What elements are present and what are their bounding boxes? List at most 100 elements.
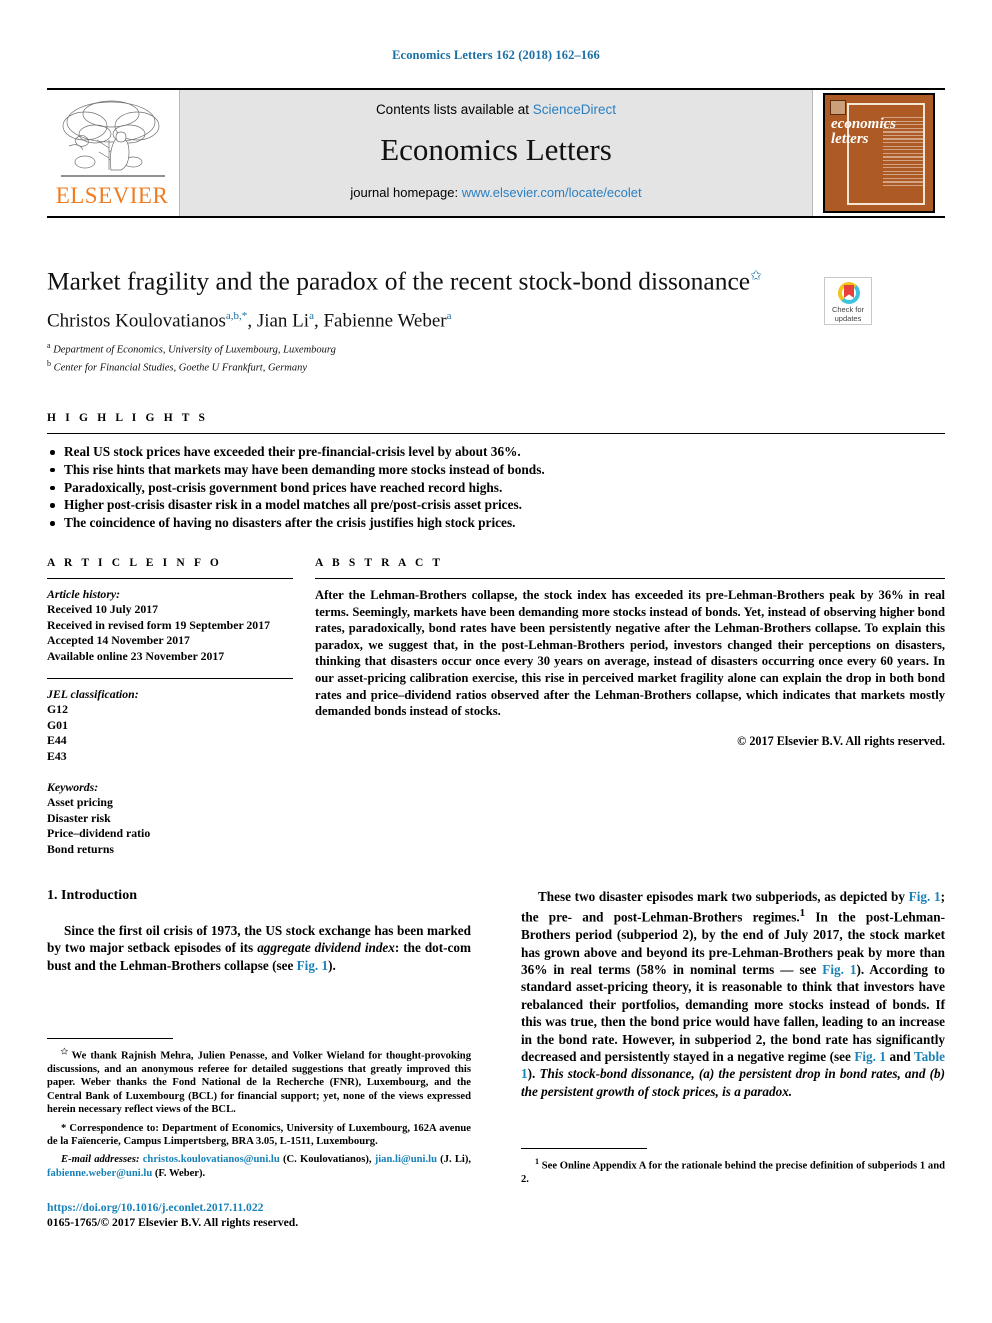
- figure-1-link[interactable]: Fig. 1: [854, 1049, 886, 1064]
- article-history: Article history: Received 10 July 2017 R…: [47, 587, 293, 664]
- affiliations: a Department of Economics, University of…: [47, 339, 945, 375]
- footnote-corr-marker: *: [61, 1122, 67, 1134]
- doi-link[interactable]: https://doi.org/10.1016/j.econlet.2017.1…: [47, 1200, 471, 1215]
- jel-heading: JEL classification:: [47, 687, 139, 702]
- keywords: Keywords: Asset pricing Disaster risk Pr…: [47, 780, 293, 857]
- intro-italic: aggregate dividend index: [257, 940, 395, 956]
- figure-1-link[interactable]: Fig. 1: [909, 889, 941, 904]
- figure-1-link[interactable]: Fig. 1: [297, 958, 329, 973]
- footnote-corr-text: Correspondence to: Department of Economi…: [47, 1122, 471, 1147]
- contents-prefix: Contents lists available at: [375, 102, 533, 117]
- masthead-bottom-rule: [47, 216, 945, 218]
- crossmark-badge[interactable]: Check for updates: [824, 277, 872, 325]
- jel-code: E44: [47, 733, 67, 748]
- intro-paragraph-left: Since the first oil crisis of 1973, the …: [47, 922, 471, 974]
- email-link-weber[interactable]: fabienne.weber@uni.lu: [47, 1168, 152, 1179]
- crossmark-label: Check for updates: [825, 305, 871, 323]
- masthead-center: Contents lists available at ScienceDirec…: [180, 90, 812, 216]
- crossmark-line2: updates: [834, 314, 862, 323]
- footnote-number-marker: 1: [535, 1157, 539, 1166]
- body-column-left: 1. Introduction Since the first oil cris…: [47, 888, 471, 974]
- section-heading-introduction: 1. Introduction: [47, 888, 137, 903]
- affiliation-b: b Center for Financial Studies, Goethe U…: [47, 357, 945, 375]
- email-link-li[interactable]: jian.li@uni.lu: [375, 1154, 437, 1165]
- list-item: The coincidence of having no disasters a…: [47, 514, 945, 532]
- article-info-rule: [47, 578, 293, 579]
- list-item: Real US stock prices have exceeded their…: [47, 443, 945, 461]
- affiliation-text-a: Department of Economics, University of L…: [53, 344, 336, 356]
- article-history-heading: Article history:: [47, 587, 121, 601]
- email-link-koulovatianos[interactable]: christos.koulovatianos@uni.lu: [143, 1154, 280, 1165]
- issn-copyright: 0165-1765/© 2017 Elsevier B.V. All right…: [47, 1216, 299, 1229]
- page-title: Market fragility and the paradox of the …: [47, 262, 817, 297]
- author-name-1: Jian Li: [256, 309, 310, 331]
- jel-classification: JEL classification: G12 G01 E44 E43: [47, 687, 293, 764]
- email-heading: E-mail addresses:: [61, 1154, 140, 1166]
- homepage-line: journal homepage: www.elsevier.com/locat…: [180, 185, 812, 200]
- keyword: Asset pricing: [47, 795, 113, 810]
- history-item: Received 10 July 2017: [47, 602, 159, 617]
- journal-cover-thumbnail: economics letters: [823, 93, 935, 213]
- keywords-heading: Keywords:: [47, 780, 99, 795]
- email-owner-1: (J. Li),: [440, 1154, 472, 1166]
- author-marks-1: a: [309, 309, 314, 322]
- contents-line: Contents lists available at ScienceDirec…: [180, 102, 812, 117]
- crossmark-line1: Check for: [831, 305, 865, 314]
- title-block: Market fragility and the paradox of the …: [47, 262, 945, 375]
- cover-stamp-icon: [830, 100, 846, 115]
- figure-1-link[interactable]: Fig. 1: [822, 962, 856, 977]
- author-marks-0: a,b,*: [225, 309, 248, 322]
- jel-rule: [47, 678, 293, 680]
- footnotes-left: ✩ We thank Rajnish Mehra, Julien Penasse…: [47, 1038, 471, 1185]
- right-text-italic: This stock-bond dissonance, (a) the pers…: [521, 1066, 945, 1099]
- footnote-star-text: We thank Rajnish Mehra, Julien Penasse, …: [47, 1050, 471, 1116]
- jel-code: E43: [47, 748, 67, 763]
- affiliation-a: a Department of Economics, University of…: [47, 339, 945, 357]
- abstract-column: A B S T R A C T After the Lehman-Brother…: [315, 557, 945, 857]
- cover-toc-lines: [883, 117, 923, 203]
- history-item: Accepted 14 November 2017: [47, 633, 190, 648]
- keyword: Price–dividend ratio: [47, 826, 151, 841]
- page-footer: https://doi.org/10.1016/j.econlet.2017.1…: [47, 1200, 471, 1230]
- intro-paragraph-right: These two disaster episodes mark two sub…: [521, 888, 945, 1100]
- journal-cover: economics letters: [812, 90, 945, 216]
- highlights-label: H I G H L I G H T S: [47, 412, 209, 424]
- affiliation-mark-a: a: [47, 340, 51, 350]
- jel-code: G12: [47, 702, 68, 717]
- journal-masthead: ELSEVIER Contents lists available at Sci…: [47, 88, 945, 218]
- author-list: Christos Koulovatianosa,b,*, Jian Lia, F…: [47, 309, 452, 331]
- author-name-2: Fabienne Weber: [323, 309, 447, 331]
- homepage-prefix: journal homepage:: [350, 185, 462, 200]
- jel-code: G01: [47, 717, 68, 732]
- abstract-text: After the Lehman-Brothers collapse, the …: [315, 588, 945, 719]
- elsevier-wordmark: ELSEVIER: [55, 183, 169, 208]
- abstract-label: A B S T R A C T: [315, 557, 444, 569]
- email-owner-0: (C. Koulovatianos),: [282, 1154, 372, 1166]
- paper-title-text: Market fragility and the paradox of the …: [47, 266, 751, 296]
- highlights-section: H I G H L I G H T S Real US stock prices…: [47, 412, 945, 532]
- footnote-rule: [47, 1038, 173, 1039]
- running-head: Economics Letters 162 (2018) 162–166: [392, 48, 600, 62]
- right-text-a: These two disaster episodes mark two sub…: [538, 889, 909, 904]
- journal-title: Economics Letters: [380, 132, 612, 167]
- right-text-f: ).: [527, 1066, 540, 1082]
- body-column-right: These two disaster episodes mark two sub…: [521, 888, 945, 1100]
- footnote-correspondence: * Correspondence to: Department of Econo…: [47, 1122, 471, 1149]
- keyword: Bond returns: [47, 841, 114, 856]
- journal-homepage-link[interactable]: www.elsevier.com/locate/ecolet: [462, 185, 642, 200]
- footnotes-right: 1 See Online Appendix A for the rational…: [521, 1148, 945, 1191]
- history-item: Available online 23 November 2017: [47, 648, 225, 663]
- sciencedirect-link[interactable]: ScienceDirect: [533, 102, 616, 117]
- article-info-column: A R T I C L E I N F O Article history: R…: [47, 557, 315, 857]
- footnote-emails: E-mail addresses: christos.koulovatianos…: [47, 1153, 471, 1180]
- elsevier-logo: ELSEVIER: [47, 90, 180, 216]
- article-info-label: A R T I C L E I N F O: [47, 557, 222, 569]
- list-item: Paradoxically, post-crisis government bo…: [47, 479, 945, 497]
- title-footnote-marker: ✩: [750, 269, 762, 284]
- footnote-1-text: See Online Appendix A for the rationale …: [521, 1160, 945, 1185]
- footnote-rule-right: [521, 1148, 647, 1149]
- list-item: Higher post-crisis disaster risk in a mo…: [47, 496, 945, 514]
- paper-page: Economics Letters 162 (2018) 162–166 ELS…: [0, 0, 992, 1323]
- abstract-rule: [315, 578, 945, 579]
- author-marks-2: a: [446, 309, 452, 322]
